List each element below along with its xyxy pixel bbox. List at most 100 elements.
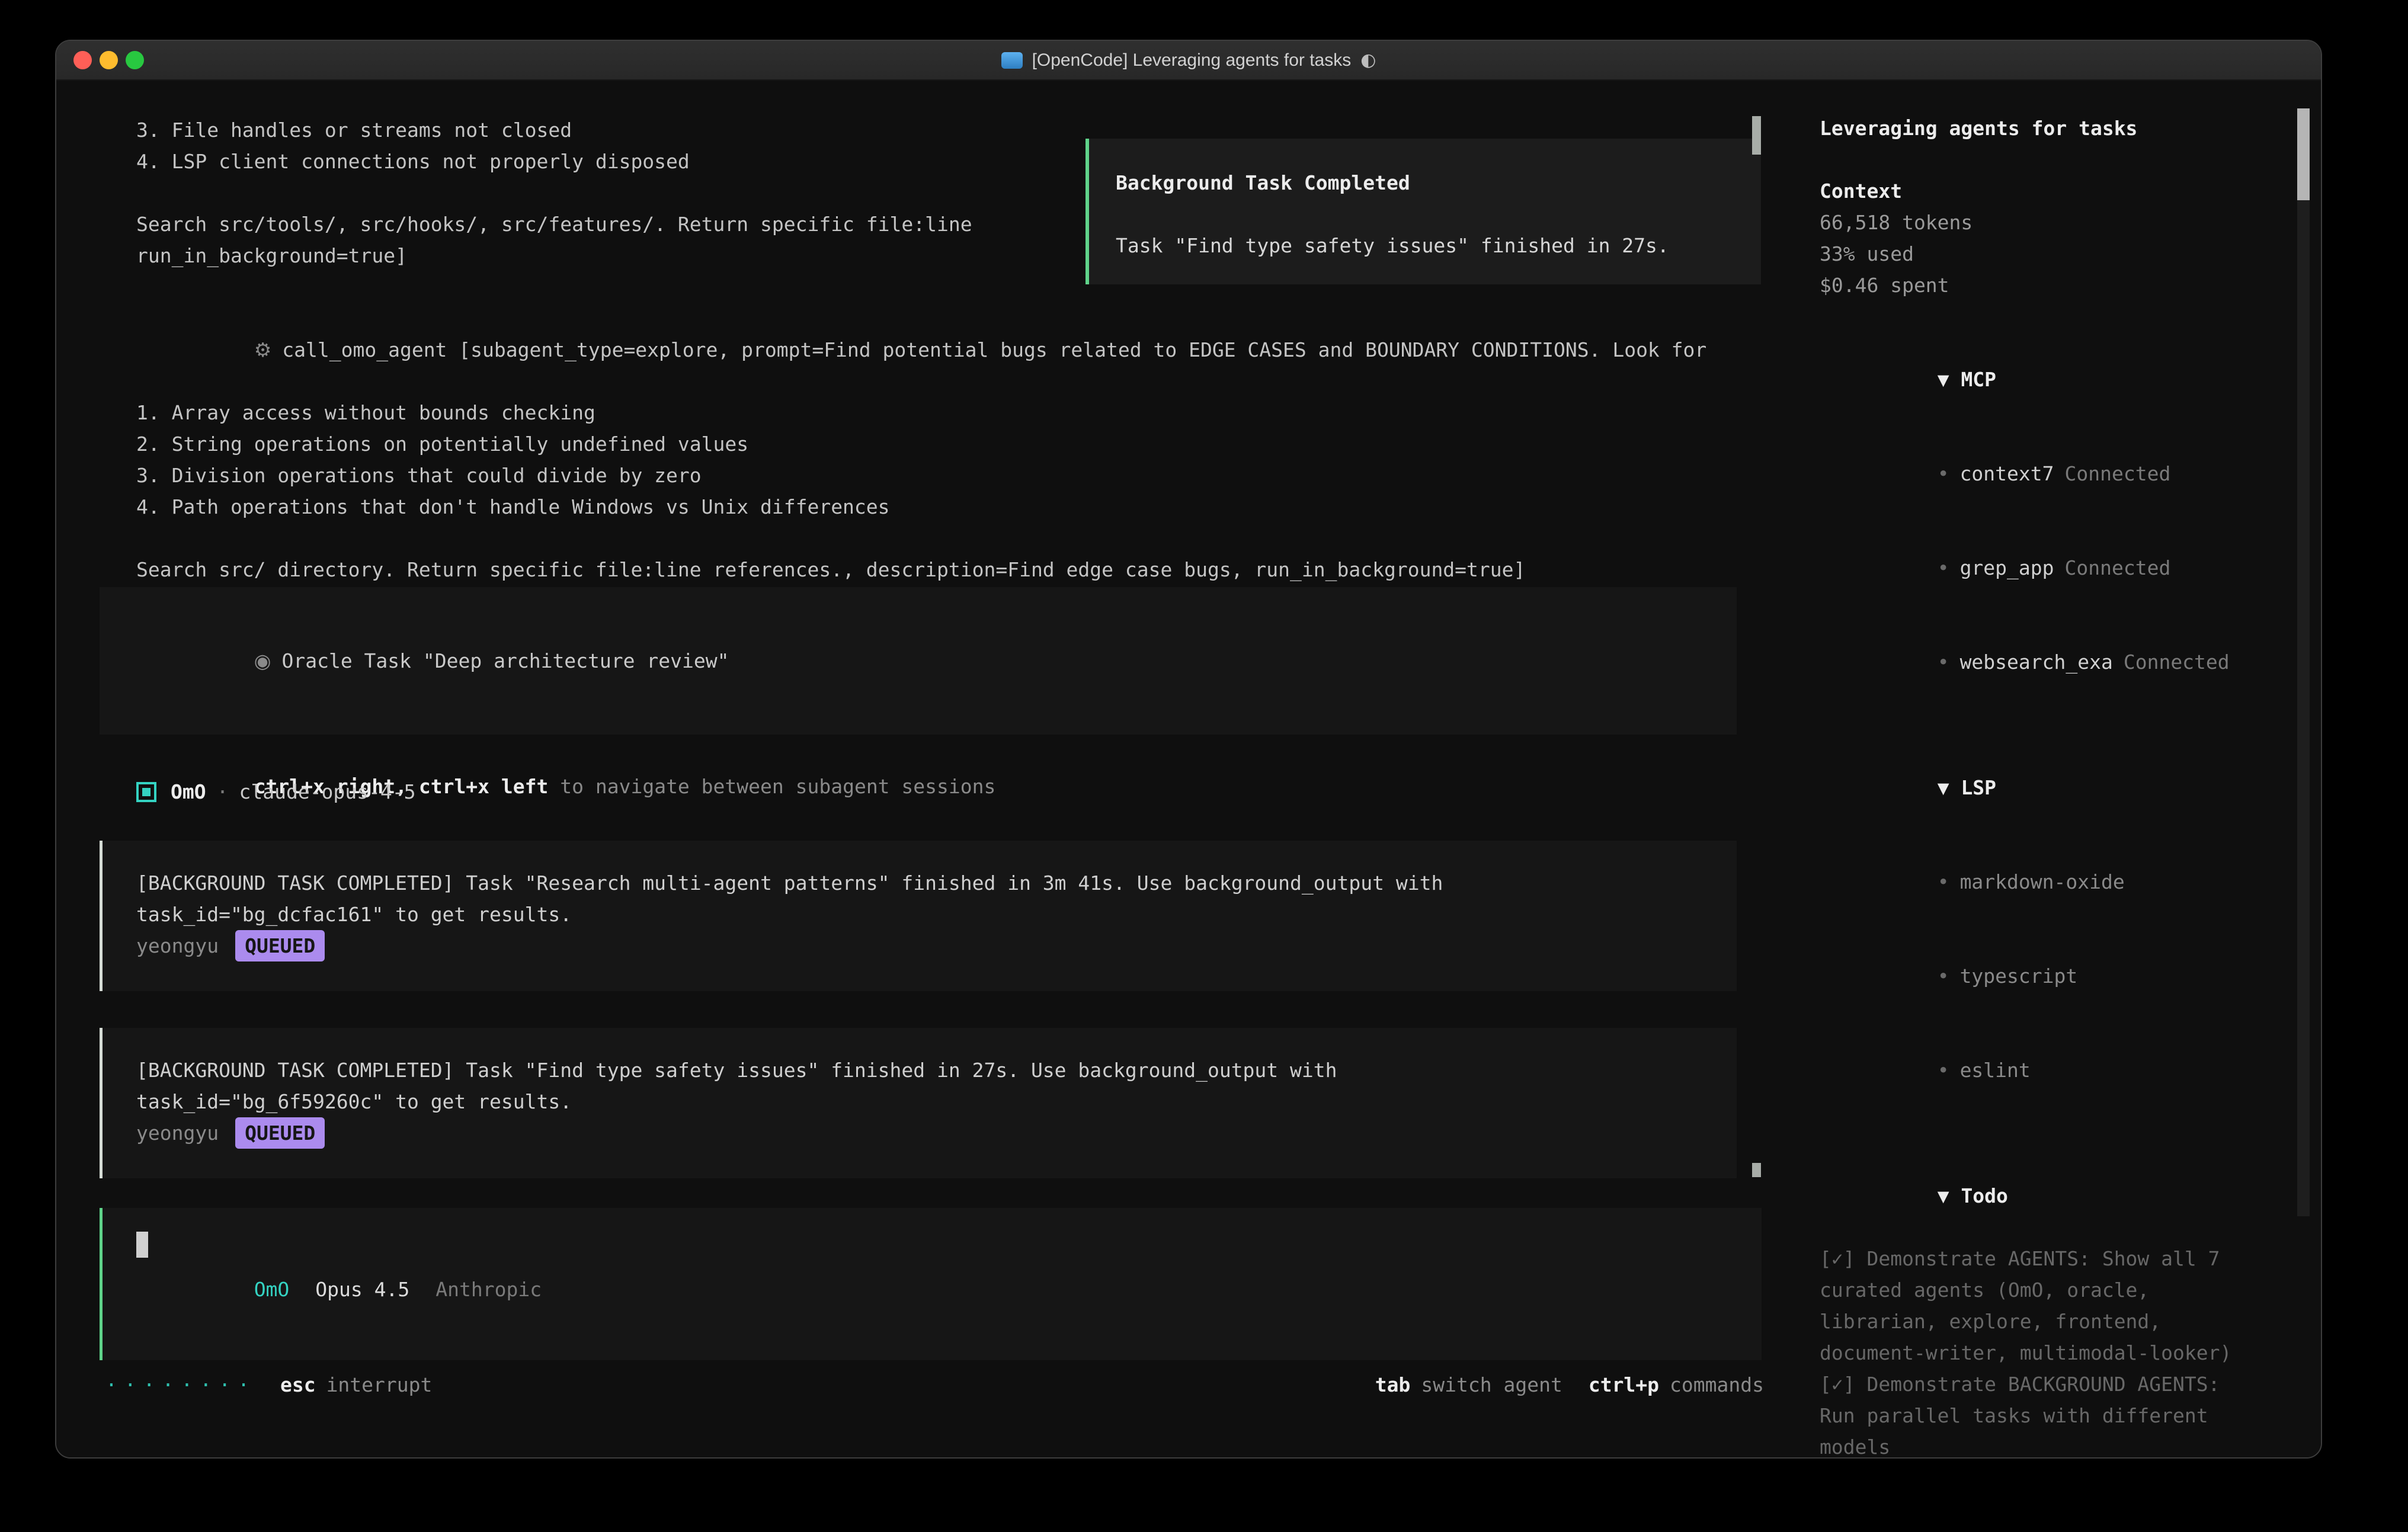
context-heading: Context (1820, 175, 2284, 207)
minimize-button[interactable] (100, 51, 118, 69)
mcp-name: websearch_exa (1960, 650, 2113, 674)
prompt-input[interactable]: OmO Opus 4.5 Anthropic (100, 1208, 1762, 1360)
input-meta: OmO Opus 4.5 Anthropic (136, 1242, 542, 1337)
input-agent-name: OmO (254, 1278, 290, 1301)
sidebar-scrollbar[interactable] (2297, 108, 2310, 1216)
collapse-arrow-icon: ▼ (1938, 1184, 1949, 1207)
lsp-section: ▼ LSP • markdown-oxide • typescript • eslin… (1820, 741, 2284, 1117)
traffic-lights (73, 41, 144, 79)
task-message-line: [BACKGROUND TASK COMPLETED] Task "Resear… (136, 867, 1703, 899)
input-model-name: Opus 4.5 (315, 1278, 409, 1301)
context-spent: $0.46 spent (1820, 270, 2284, 301)
mcp-status: Connected (2124, 650, 2230, 674)
tool-call-body-line: 2. String operations on potentially unde… (136, 428, 1740, 460)
task-message-line: [BACKGROUND TASK COMPLETED] Task "Find t… (136, 1055, 1703, 1086)
status-bar: ········ esc interrupt tab switch agent … (105, 1369, 1764, 1400)
collapse-arrow-icon: ▼ (1938, 368, 1949, 391)
tool-call-line: ⚙ call_omo_agent [subagent_type=explore, … (136, 303, 1740, 397)
agent-model: claude-opus-4-5 (239, 776, 415, 807)
mcp-heading[interactable]: ▼ MCP (1820, 332, 2284, 427)
todo-item: [✓] Demonstrate AGENTS: Show all 7 curat… (1820, 1243, 2284, 1368)
background-task-toast[interactable]: Background Task Completed Task "Find typ… (1085, 139, 1761, 284)
chat-pane[interactable]: 3. File handles or streams not closed 4.… (56, 81, 1794, 1457)
mcp-status: Connected (2065, 462, 2171, 485)
agent-separator: · (217, 776, 229, 807)
lsp-name: typescript (1960, 964, 2078, 988)
tab-key-label: switch agent (1421, 1369, 1562, 1400)
bullet-icon: • (1938, 462, 1949, 485)
tool-call-text: call_omo_agent [subagent_type=explore, p… (282, 338, 1706, 361)
window-title-text: [OpenCode] Leveraging agents for tasks (1032, 50, 1352, 70)
esc-key-label: interrupt (326, 1369, 433, 1400)
main-scrollbar-thumb[interactable] (1752, 1163, 1761, 1177)
lsp-heading[interactable]: ▼ LSP (1820, 741, 2284, 835)
mcp-name: context7 (1960, 462, 2054, 485)
queued-badge: QUEUED (235, 1117, 325, 1149)
task-message-line: task_id="bg_dcfac161" to get results. (136, 899, 1703, 930)
session-sidebar[interactable]: Leveraging agents for tasks Context 66,5… (1794, 81, 2321, 1457)
tool-call-body-line: 1. Array access without bounds checking (136, 397, 1740, 428)
spinner-dots-icon: ········ (105, 1369, 257, 1400)
queued-badge: QUEUED (235, 930, 325, 961)
task-message: [BACKGROUND TASK COMPLETED] Task "Resear… (100, 841, 1737, 991)
window-doc-icon (1001, 52, 1023, 69)
task-message: [BACKGROUND TASK COMPLETED] Task "Find t… (100, 1028, 1737, 1178)
bullet-icon: • (1938, 650, 1949, 674)
context-used: 33% used (1820, 238, 2284, 270)
agent-checkbox-icon (136, 782, 156, 802)
agent-header: OmO · claude-opus-4-5 (136, 776, 416, 807)
mcp-section: ▼ MCP • context7 Connected • grep_app Connec… (1820, 332, 2284, 709)
task-user: yeongyu (136, 1117, 219, 1149)
context-section: Context 66,518 tokens 33% used $0.46 spe… (1820, 175, 2284, 301)
tab-key-hint: tab (1375, 1369, 1411, 1400)
record-icon: ◉ (254, 649, 271, 672)
commands-key-hint: ctrl+p (1589, 1369, 1659, 1400)
toast-body: Task "Find type safety issues" finished … (1116, 230, 1734, 261)
context-tokens: 66,518 tokens (1820, 207, 2284, 238)
main-scrollbar-thumb[interactable] (1752, 116, 1761, 155)
tool-call-body-line: Search src/ directory. Return specific f… (136, 554, 1740, 585)
title-progress-icon: ◐ (1360, 50, 1376, 70)
task-user: yeongyu (136, 930, 219, 961)
close-button[interactable] (73, 51, 92, 69)
todo-item: [✓] Demonstrate BACKGROUND AGENTS: Run p… (1820, 1368, 2284, 1459)
tool-call-body-line: 4. Path operations that don't handle Win… (136, 491, 1740, 523)
bullet-icon: • (1938, 964, 1949, 988)
task-message-meta: yeongyu QUEUED (136, 930, 1703, 961)
gear-icon: ⚙ (254, 338, 272, 361)
mcp-item: • websearch_exa Connected (1820, 615, 2284, 709)
lsp-item: • markdown-oxide (1820, 835, 2284, 929)
mcp-item: • context7 Connected (1820, 427, 2284, 521)
tool-call-body-line: 3. Division operations that could divide… (136, 460, 1740, 491)
window-titlebar[interactable]: [OpenCode] Leveraging agents for tasks ◐ (56, 41, 2321, 81)
sidebar-scrollbar-thumb[interactable] (2297, 108, 2310, 200)
session-title: Leveraging agents for tasks (1820, 113, 2284, 144)
terminal-window: [OpenCode] Leveraging agents for tasks ◐… (55, 40, 2322, 1459)
task-message-line: task_id="bg_6f59260c" to get results. (136, 1086, 1703, 1117)
task-message-meta: yeongyu QUEUED (136, 1117, 1703, 1149)
lsp-name: markdown-oxide (1960, 870, 2125, 893)
oracle-task-box: ◉Oracle Task "Deep architecture review" … (100, 587, 1737, 735)
bullet-icon: • (1938, 556, 1949, 579)
bullet-icon: • (1938, 870, 1949, 893)
zoom-button[interactable] (126, 51, 144, 69)
tool-call-body-line (136, 523, 1740, 554)
mcp-status: Connected (2065, 556, 2171, 579)
lsp-item: • eslint (1820, 1023, 2284, 1117)
mcp-item: • grep_app Connected (1820, 521, 2284, 615)
hint-text: to navigate between subagent sessions (548, 775, 995, 798)
oracle-task-title: Oracle Task "Deep architecture review" (281, 649, 729, 672)
toast-title: Background Task Completed (1116, 167, 1734, 198)
todo-heading[interactable]: ▼ Todo (1820, 1149, 2284, 1243)
agent-name: OmO (171, 776, 206, 807)
mcp-name: grep_app (1960, 556, 2054, 579)
oracle-task-title-line: ◉ Oracle Task "Deep architecture review" (136, 614, 1700, 708)
collapse-arrow-icon: ▼ (1938, 776, 1949, 799)
window-title: [OpenCode] Leveraging agents for tasks ◐ (1001, 50, 1376, 70)
lsp-name: eslint (1960, 1059, 2031, 1082)
bullet-icon: • (1938, 1059, 1949, 1082)
window-content: 3. File handles or streams not closed 4.… (56, 81, 2321, 1457)
input-provider-name: Anthropic (436, 1278, 542, 1301)
lsp-item: • typescript (1820, 929, 2284, 1023)
esc-key-hint: esc (280, 1369, 316, 1400)
